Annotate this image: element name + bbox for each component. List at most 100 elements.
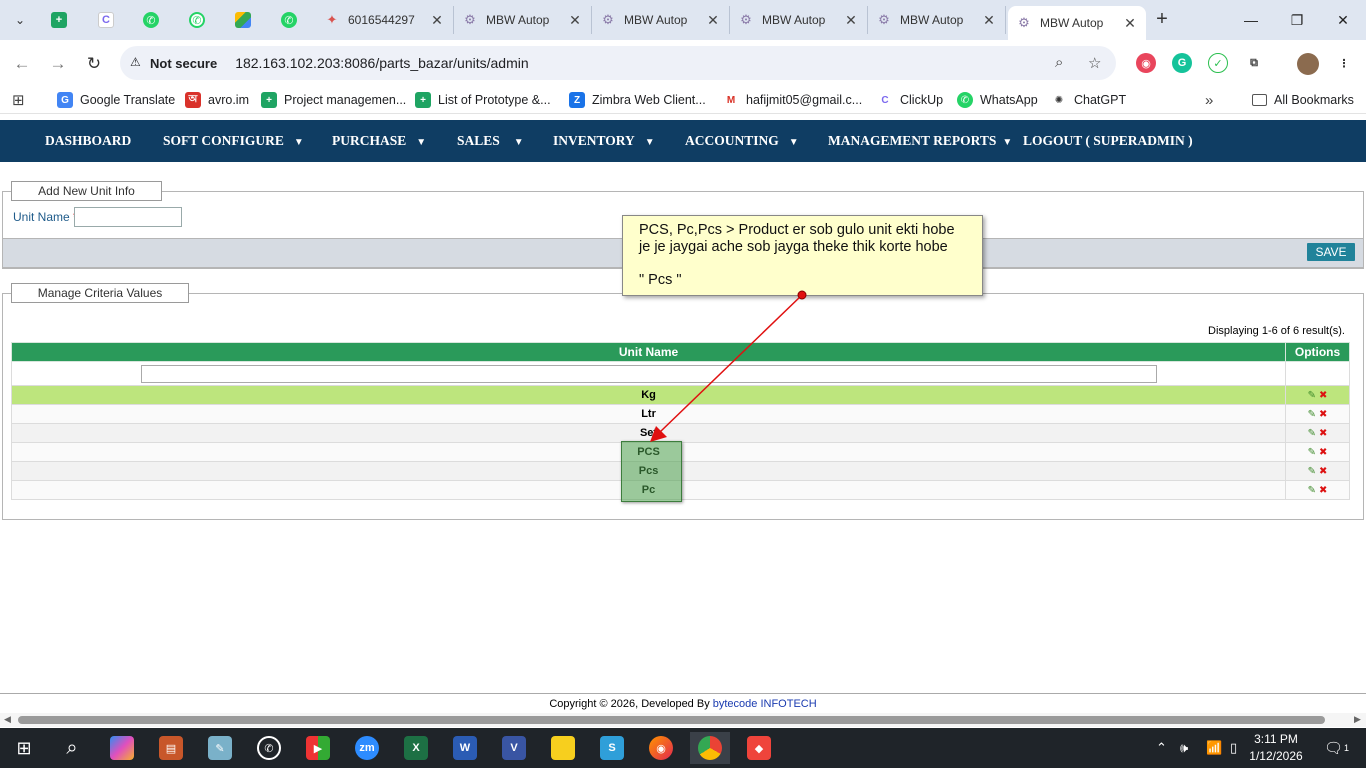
- grammarly-icon[interactable]: G: [1172, 53, 1192, 73]
- url-text[interactable]: 182.163.102.203:8086/parts_bazar/units/a…: [235, 55, 528, 71]
- copilot-icon[interactable]: [102, 732, 142, 764]
- bookmark-gmail[interactable]: Mhafijmit05@gmail.c...: [723, 90, 862, 110]
- pinned-tab-whatsapp-2[interactable]: ✆: [180, 6, 214, 34]
- edit-pencil-icon[interactable]: ✎: [1308, 466, 1316, 477]
- scroll-left-icon[interactable]: ◀: [4, 714, 11, 725]
- delete-x-icon[interactable]: ✖: [1319, 466, 1327, 477]
- firefox-icon[interactable]: ◉: [641, 732, 681, 764]
- bookmark-google-translate[interactable]: G Google Translate: [57, 90, 175, 110]
- table-row[interactable]: Kg ✎ ✖: [10, 385, 1350, 405]
- nav-accounting[interactable]: ACCOUNTING ▼: [685, 120, 799, 162]
- nav-sales[interactable]: SALES ▼: [457, 120, 524, 162]
- network-icon[interactable]: 📶: [1206, 728, 1222, 768]
- bookmark-project-management[interactable]: + Project managemen...: [261, 90, 406, 110]
- nav-management-reports[interactable]: MANAGEMENT REPORTS ▼: [828, 120, 1012, 162]
- tab-6016544297[interactable]: ✦ 6016544297 ✕: [316, 6, 454, 34]
- chrome-icon[interactable]: [690, 732, 730, 764]
- bookmark-zimbra[interactable]: Z Zimbra Web Client...: [569, 90, 706, 110]
- tab-mbw-4[interactable]: ⚙ MBW Autop ✕: [868, 6, 1006, 34]
- column-header-unit-name[interactable]: Unit Name: [10, 342, 1287, 362]
- tab-close-icon[interactable]: ✕: [843, 12, 859, 29]
- scroll-right-icon[interactable]: ▶: [1354, 714, 1361, 725]
- bookmark-whatsapp[interactable]: ✆ WhatsApp: [957, 90, 1038, 110]
- browser-menu-icon[interactable]: ⋮: [1334, 53, 1354, 73]
- app-icon-orange[interactable]: ▤: [151, 732, 191, 764]
- close-window-icon[interactable]: ✕: [1320, 0, 1366, 40]
- nav-purchase[interactable]: PURCHASE ▼: [332, 120, 426, 162]
- pinned-tab-whatsapp-1[interactable]: ✆: [134, 6, 168, 34]
- edit-pencil-icon[interactable]: ✎: [1308, 409, 1316, 420]
- pinned-tab-clickup[interactable]: C: [89, 6, 123, 34]
- unit-name-filter-input[interactable]: [140, 364, 1157, 383]
- new-tab-plus-icon[interactable]: +: [1150, 8, 1174, 32]
- all-bookmarks[interactable]: All Bookmarks: [1252, 90, 1354, 110]
- restore-icon[interactable]: ❐: [1274, 0, 1320, 40]
- site-security-chip[interactable]: ⚠ Not secure: [130, 55, 217, 71]
- anydesk-icon[interactable]: ◆: [739, 732, 779, 764]
- sticky-notes-icon[interactable]: [543, 732, 583, 764]
- system-clock[interactable]: 3:11 PM 1/12/2026: [1240, 731, 1312, 765]
- start-windows-icon[interactable]: ⊞: [4, 732, 44, 764]
- more-bookmarks-chevron-icon[interactable]: »: [1205, 90, 1213, 110]
- delete-x-icon[interactable]: ✖: [1319, 485, 1327, 496]
- volume-icon[interactable]: 🕪: [1180, 728, 1188, 768]
- extensions-puzzle-icon[interactable]: ⧉: [1244, 53, 1264, 73]
- bookmark-avro[interactable]: অ avro.im: [185, 90, 249, 110]
- tab-close-icon[interactable]: ✕: [1122, 15, 1138, 32]
- tab-close-icon[interactable]: ✕: [429, 12, 445, 29]
- edit-pencil-icon[interactable]: ✎: [1308, 447, 1316, 458]
- unit-name-input[interactable]: [74, 207, 182, 227]
- bookmark-star-icon[interactable]: ☆: [1088, 54, 1101, 72]
- delete-x-icon[interactable]: ✖: [1319, 428, 1327, 439]
- zoom-search-icon[interactable]: ⌕: [1055, 54, 1063, 71]
- minimize-icon[interactable]: —: [1228, 0, 1274, 40]
- extension-green-icon[interactable]: ✓: [1208, 53, 1228, 73]
- tab-search-chevron-icon[interactable]: ⌄: [6, 6, 34, 34]
- word-icon[interactable]: W: [445, 732, 485, 764]
- delete-x-icon[interactable]: ✖: [1319, 447, 1327, 458]
- delete-x-icon[interactable]: ✖: [1319, 409, 1327, 420]
- scrollbar-thumb[interactable]: [18, 716, 1325, 724]
- forward-arrow-icon[interactable]: →: [46, 52, 70, 76]
- nav-logout[interactable]: LOGOUT ( SUPERADMIN ): [1023, 120, 1193, 162]
- table-row[interactable]: Set ✎ ✖: [10, 423, 1350, 443]
- apps-grid-icon[interactable]: ⊞: [12, 90, 25, 110]
- tab-mbw-1[interactable]: ⚙ MBW Autop ✕: [454, 6, 592, 34]
- edit-pencil-icon[interactable]: ✎: [1308, 485, 1316, 496]
- tab-close-icon[interactable]: ✕: [981, 12, 997, 29]
- table-row[interactable]: Ltr ✎ ✖: [10, 404, 1350, 424]
- nav-dashboard[interactable]: DASHBOARD: [45, 120, 131, 162]
- omnibox[interactable]: ⚠ Not secure 182.163.102.203:8086/parts_…: [120, 46, 1116, 80]
- nav-soft-configure[interactable]: SOFT CONFIGURE ▼: [163, 120, 304, 162]
- delete-x-icon[interactable]: ✖: [1319, 390, 1327, 401]
- tab-mbw-3[interactable]: ⚙ MBW Autop ✕: [730, 6, 868, 34]
- profile-avatar[interactable]: [1297, 53, 1319, 75]
- nav-inventory[interactable]: INVENTORY ▼: [553, 120, 655, 162]
- back-arrow-icon[interactable]: ←: [10, 52, 34, 76]
- tab-mbw-2[interactable]: ⚙ MBW Autop ✕: [592, 6, 730, 34]
- app-icon-media[interactable]: ▶: [298, 732, 338, 764]
- tab-mbw-active[interactable]: ⚙ MBW Autop ✕: [1008, 6, 1146, 40]
- tray-chevron-up-icon[interactable]: ⌃: [1156, 728, 1167, 768]
- edit-pencil-icon[interactable]: ✎: [1308, 428, 1316, 439]
- zoom-icon[interactable]: zm: [347, 732, 387, 764]
- bookmark-clickup[interactable]: C ClickUp: [877, 90, 943, 110]
- horizontal-scrollbar[interactable]: ◀ ▶: [0, 713, 1366, 727]
- visio-icon[interactable]: V: [494, 732, 534, 764]
- bookmark-list-of-prototype[interactable]: + List of Prototype &...: [415, 90, 551, 110]
- app-icon-notes[interactable]: ✎: [200, 732, 240, 764]
- bookmark-chatgpt[interactable]: ✺ ChatGPT: [1051, 90, 1126, 110]
- app-icon-s[interactable]: S: [592, 732, 632, 764]
- reload-icon[interactable]: ↻: [82, 52, 106, 76]
- pinned-tab-whatsapp-3[interactable]: ✆: [272, 6, 306, 34]
- tab-close-icon[interactable]: ✕: [705, 12, 721, 29]
- search-icon[interactable]: ⌕: [52, 732, 92, 764]
- pinned-tab-drive[interactable]: [226, 6, 260, 34]
- notification-center-icon[interactable]: 🗨 1: [1324, 728, 1349, 768]
- excel-icon[interactable]: X: [396, 732, 436, 764]
- battery-icon[interactable]: ▯: [1230, 728, 1237, 768]
- edit-pencil-icon[interactable]: ✎: [1308, 390, 1316, 401]
- whatsapp-taskbar-icon[interactable]: ✆: [249, 732, 289, 764]
- save-button[interactable]: SAVE: [1307, 243, 1355, 261]
- pinned-tab-sheets[interactable]: +: [42, 6, 76, 34]
